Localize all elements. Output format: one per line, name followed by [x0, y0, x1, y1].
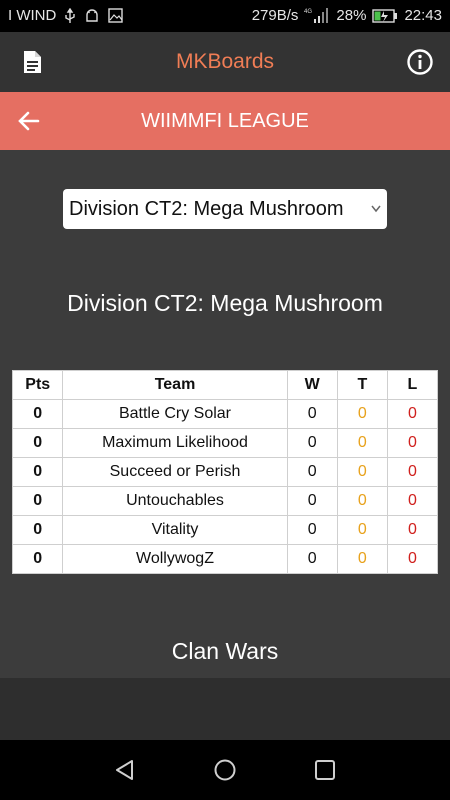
- battery-percent: 28%: [336, 7, 367, 24]
- network-speed: 279B/s: [251, 7, 299, 24]
- cell-ties: 0: [336, 457, 388, 487]
- carrier-label: I WIND: [8, 7, 57, 24]
- info-button[interactable]: [406, 48, 434, 76]
- cell-team: Battle Cry Solar: [62, 399, 288, 429]
- cell-losses: 0: [386, 399, 439, 429]
- cell-pts: 0: [11, 486, 64, 516]
- cell-pts: 0: [11, 457, 64, 487]
- info-icon: [407, 49, 433, 75]
- square-recents-icon: [315, 760, 335, 780]
- nav-home-button[interactable]: [213, 758, 237, 782]
- cell-losses: 0: [386, 428, 439, 458]
- nav-back-button[interactable]: [113, 758, 137, 782]
- status-bar: I WIND 279B/s 4G 28% 22:43: [0, 0, 450, 32]
- column-header-t: T: [336, 370, 388, 400]
- cell-losses: 0: [386, 544, 439, 574]
- cell-losses: 0: [386, 515, 439, 545]
- cell-team: Maximum Likelihood: [62, 428, 288, 458]
- column-header-w: W: [286, 370, 338, 400]
- section-header: WIIMMFI LEAGUE: [0, 92, 450, 150]
- cell-ties: 0: [336, 486, 388, 516]
- division-dropdown-value: Division CT2: Mega Mushroom: [69, 198, 344, 220]
- app-bar: MKBoards: [0, 32, 450, 92]
- clock: 22:43: [404, 7, 442, 24]
- chevron-down-icon: [371, 205, 381, 213]
- column-header-l: L: [386, 370, 439, 400]
- column-header-pts: Pts: [11, 370, 64, 400]
- nav-recents-button[interactable]: [314, 759, 336, 781]
- cell-pts: 0: [11, 515, 64, 545]
- image-icon: [108, 8, 124, 23]
- battery-charging-icon: [372, 8, 398, 23]
- cell-team: Succeed or Perish: [62, 457, 288, 487]
- app-title: MKBoards: [175, 50, 275, 73]
- cell-wins: 0: [286, 457, 338, 487]
- cell-wins: 0: [286, 486, 338, 516]
- table-row[interactable]: 0 Vitality 0 0 0: [11, 515, 439, 545]
- table-row[interactable]: 0 Succeed or Perish 0 0 0: [11, 457, 439, 487]
- cell-ties: 0: [336, 399, 388, 429]
- usb-icon: [64, 7, 76, 24]
- cell-pts: 0: [11, 399, 64, 429]
- division-title: Division CT2: Mega Mushroom: [67, 290, 383, 316]
- table-row[interactable]: 0 Maximum Likelihood 0 0 0: [11, 428, 439, 458]
- header-title: WIIMMFI LEAGUE: [141, 110, 309, 132]
- cell-ties: 0: [336, 515, 388, 545]
- cell-team: Vitality: [62, 515, 288, 545]
- triangle-back-icon: [116, 760, 133, 780]
- standings-table: Pts Team W T L 0 Battle Cry Solar 0 0 0 …: [11, 370, 439, 574]
- cell-team: WollywogZ: [62, 544, 288, 574]
- android-icon: [84, 8, 100, 23]
- system-nav-bar: [0, 740, 450, 800]
- cell-ties: 0: [336, 428, 388, 458]
- network-type-label: 4G: [304, 9, 312, 15]
- division-dropdown[interactable]: Division CT2: Mega Mushroom: [63, 189, 387, 229]
- clan-wars-heading: Clan Wars: [171, 638, 279, 664]
- circle-home-icon: [214, 759, 236, 781]
- signal-icon: 4G: [304, 7, 330, 24]
- cell-wins: 0: [286, 399, 338, 429]
- column-header-team: Team: [62, 370, 288, 400]
- cell-team: Untouchables: [62, 486, 288, 516]
- cell-losses: 0: [386, 457, 439, 487]
- cell-ties: 0: [336, 544, 388, 574]
- cell-wins: 0: [286, 544, 338, 574]
- table-row[interactable]: 0 Untouchables 0 0 0: [11, 486, 439, 516]
- cell-pts: 0: [11, 544, 64, 574]
- content-footer-band: [0, 678, 450, 740]
- table-row[interactable]: 0 Battle Cry Solar 0 0 0: [11, 399, 439, 429]
- cell-pts: 0: [11, 428, 64, 458]
- cell-losses: 0: [386, 486, 439, 516]
- table-header-row: Pts Team W T L: [11, 370, 439, 400]
- cell-wins: 0: [286, 515, 338, 545]
- cell-wins: 0: [286, 428, 338, 458]
- table-row[interactable]: 0 WollywogZ 0 0 0: [11, 544, 439, 574]
